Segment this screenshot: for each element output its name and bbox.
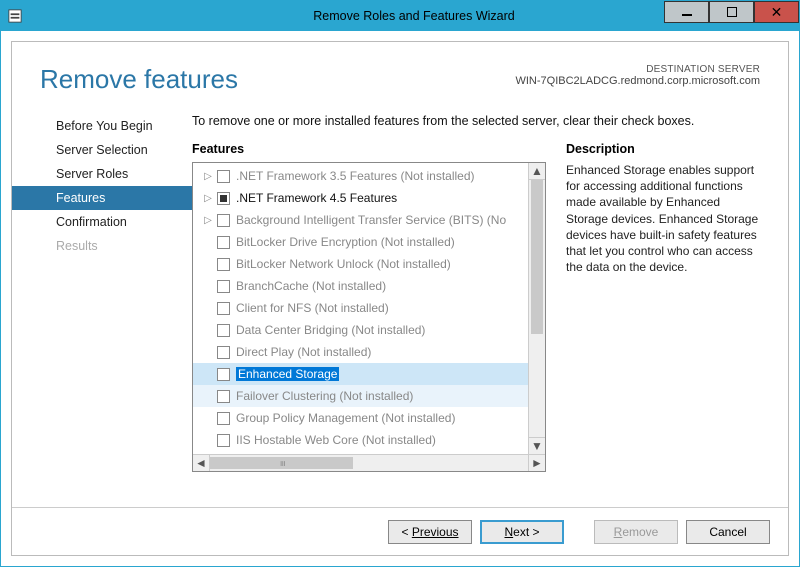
description-column: Description Enhanced Storage enables sup… — [566, 142, 764, 507]
feature-checkbox[interactable] — [217, 192, 230, 205]
feature-checkbox[interactable] — [217, 434, 230, 447]
feature-row[interactable]: BitLocker Drive Encryption (Not installe… — [193, 231, 528, 253]
features-list[interactable]: ▷ .NET Framework 3.5 Features (Not instal… — [193, 163, 528, 454]
destination-block: DESTINATION SERVER WIN-7QIBC2LADCG.redmo… — [515, 64, 760, 87]
feature-row[interactable]: BitLocker Network Unlock (Not installed) — [193, 253, 528, 275]
expander-icon[interactable]: ▷ — [199, 171, 217, 182]
feature-row[interactable]: ▷ Background Intelligent Transfer Service… — [193, 209, 528, 231]
description-heading: Description — [566, 142, 764, 156]
feature-row[interactable]: Data Center Bridging (Not installed) — [193, 319, 528, 341]
wizard-frame: Remove features DESTINATION SERVER WIN-7… — [11, 41, 789, 556]
features-column: Features ▷ .NET Framework 3.5 Features (N… — [192, 142, 546, 507]
vertical-scrollbar[interactable]: ▲ ▼ — [528, 163, 545, 454]
feature-checkbox[interactable] — [217, 390, 230, 403]
feature-label: Background Intelligent Transfer Service … — [236, 213, 506, 227]
feature-checkbox[interactable] — [217, 236, 230, 249]
scroll-thumb[interactable] — [531, 180, 543, 334]
scroll-down-icon[interactable]: ▼ — [529, 437, 545, 454]
feature-label: Direct Play (Not installed) — [236, 345, 371, 359]
feature-label: Failover Clustering (Not installed) — [236, 389, 413, 403]
feature-label: BranchCache (Not installed) — [236, 279, 386, 293]
page-header: Remove features DESTINATION SERVER WIN-7… — [12, 42, 788, 102]
description-body: Enhanced Storage enables support for acc… — [566, 162, 764, 275]
feature-checkbox[interactable] — [217, 214, 230, 227]
hscroll-track[interactable] — [210, 455, 528, 471]
intro-text: To remove one or more installed features… — [192, 114, 764, 128]
scroll-up-icon[interactable]: ▲ — [529, 163, 545, 180]
feature-label: .NET Framework 3.5 Features (Not install… — [236, 169, 475, 183]
wizard-footer: < Previous Next > Remove Cancel — [12, 507, 788, 555]
window-controls: ✕ — [664, 1, 799, 31]
feature-row[interactable]: ▷ .NET Framework 3.5 Features (Not instal… — [193, 165, 528, 187]
maximize-button[interactable] — [709, 1, 754, 23]
next-button[interactable]: Next > — [480, 520, 564, 544]
feature-row[interactable]: IIS Hostable Web Core (Not installed) — [193, 429, 528, 451]
page-title: Remove features — [40, 64, 515, 95]
step-nav: Before You BeginServer SelectionServer R… — [12, 102, 192, 507]
nav-step-5: Results — [12, 234, 192, 258]
nav-step-2[interactable]: Server Roles — [12, 162, 192, 186]
feature-row[interactable]: Client for NFS (Not installed) — [193, 297, 528, 319]
app-icon — [1, 9, 29, 23]
feature-checkbox[interactable] — [217, 412, 230, 425]
features-tree: ▷ .NET Framework 3.5 Features (Not instal… — [192, 162, 546, 472]
features-heading: Features — [192, 142, 546, 156]
feature-checkbox[interactable] — [217, 346, 230, 359]
expander-icon[interactable]: ▷ — [199, 193, 217, 204]
nav-step-3[interactable]: Features — [12, 186, 192, 210]
feature-checkbox[interactable] — [217, 280, 230, 293]
previous-button[interactable]: < Previous — [388, 520, 472, 544]
destination-label: DESTINATION SERVER — [515, 64, 760, 75]
scroll-track[interactable] — [529, 180, 545, 437]
feature-checkbox[interactable] — [217, 302, 230, 315]
close-button[interactable]: ✕ — [754, 1, 799, 23]
feature-row[interactable]: ▷ .NET Framework 4.5 Features — [193, 187, 528, 209]
cancel-button[interactable]: Cancel — [686, 520, 770, 544]
page-body: Before You BeginServer SelectionServer R… — [12, 102, 788, 507]
wizard-window: Remove Roles and Features Wizard ✕ Remov… — [0, 0, 800, 567]
main-content: To remove one or more installed features… — [192, 102, 788, 507]
columns: Features ▷ .NET Framework 3.5 Features (N… — [192, 142, 764, 507]
feature-label: Data Center Bridging (Not installed) — [236, 323, 425, 337]
feature-label: Group Policy Management (Not installed) — [236, 411, 455, 425]
feature-label: BitLocker Network Unlock (Not installed) — [236, 257, 451, 271]
feature-label: Client for NFS (Not installed) — [236, 301, 389, 315]
feature-row[interactable]: Enhanced Storage — [193, 363, 528, 385]
feature-checkbox[interactable] — [217, 324, 230, 337]
scroll-left-icon[interactable]: ◄ — [193, 455, 210, 471]
feature-row[interactable]: Direct Play (Not installed) — [193, 341, 528, 363]
feature-label: .NET Framework 4.5 Features — [236, 191, 397, 205]
nav-step-4[interactable]: Confirmation — [12, 210, 192, 234]
destination-server: WIN-7QIBC2LADCG.redmond.corp.microsoft.c… — [515, 75, 760, 87]
feature-row[interactable]: Group Policy Management (Not installed) — [193, 407, 528, 429]
nav-step-0[interactable]: Before You Begin — [12, 114, 192, 138]
minimize-button[interactable] — [664, 1, 709, 23]
feature-checkbox[interactable] — [217, 258, 230, 271]
feature-checkbox[interactable] — [217, 368, 230, 381]
feature-checkbox[interactable] — [217, 170, 230, 183]
feature-row[interactable]: BranchCache (Not installed) — [193, 275, 528, 297]
expander-icon[interactable]: ▷ — [199, 215, 217, 226]
feature-label: BitLocker Drive Encryption (Not installe… — [236, 235, 455, 249]
feature-label: Enhanced Storage — [236, 367, 339, 381]
titlebar[interactable]: Remove Roles and Features Wizard ✕ — [1, 1, 799, 31]
hscroll-thumb[interactable] — [210, 457, 353, 469]
feature-row[interactable]: Failover Clustering (Not installed) — [193, 385, 528, 407]
nav-step-1[interactable]: Server Selection — [12, 138, 192, 162]
feature-label: IIS Hostable Web Core (Not installed) — [236, 433, 436, 447]
remove-button: Remove — [594, 520, 678, 544]
horizontal-scrollbar[interactable]: ◄ ► — [193, 454, 545, 471]
scroll-right-icon[interactable]: ► — [528, 455, 545, 471]
